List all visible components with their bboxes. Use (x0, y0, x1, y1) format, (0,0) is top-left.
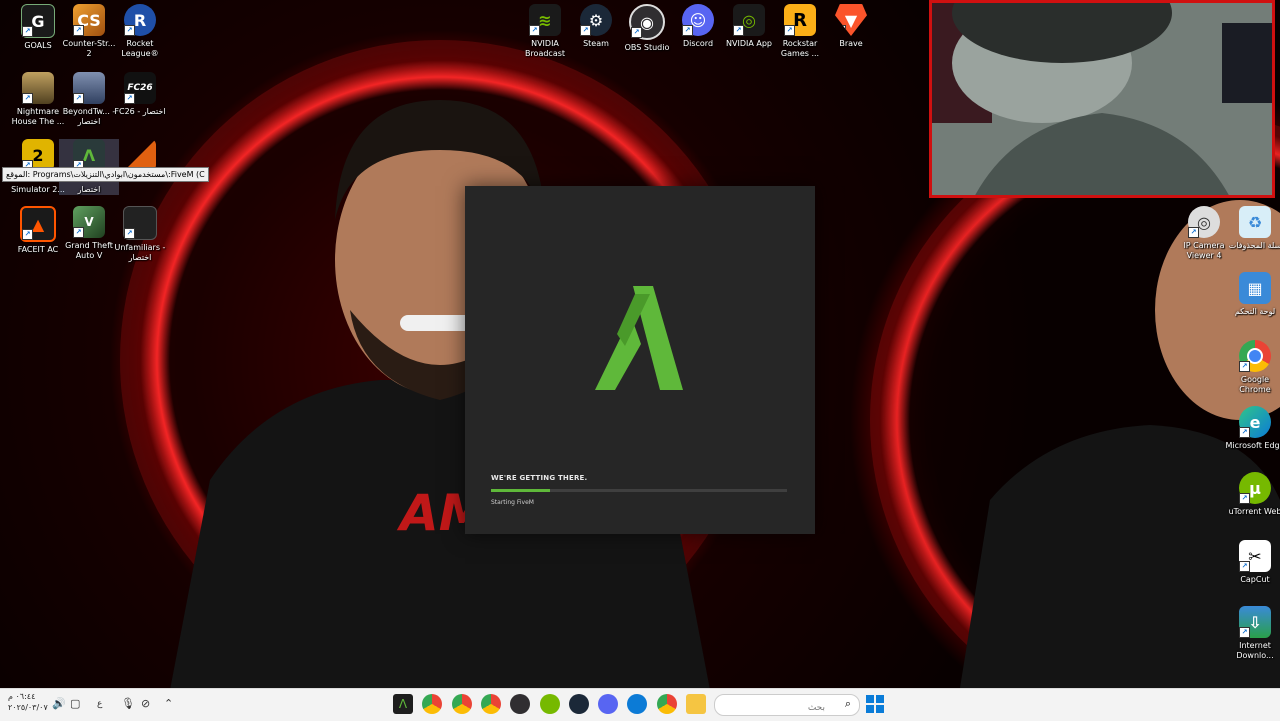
counter-strike-icon: CS ↗ (73, 4, 105, 36)
chrome-icon: ↗ (1239, 340, 1271, 372)
rockstar-icon: R ↗ (784, 4, 816, 36)
volume-icon[interactable]: 🔊 (52, 697, 66, 710)
language-indicator[interactable]: ع (97, 699, 102, 709)
fivem-splash-window: WE'RE GETTING THERE. Starting FiveM (465, 186, 815, 534)
windows-start-button[interactable] (866, 695, 884, 713)
loading-progress-fill (491, 489, 551, 492)
recycle-bin-icon: ♻ (1239, 206, 1271, 238)
icon-location-tooltip: الموقع: Programs\مستخدمون\ابوادي\التنزيل… (2, 167, 209, 182)
faceit-icon: ▲ ↗ (20, 206, 56, 242)
capcut-icon: ✂ ↗ (1239, 540, 1271, 572)
clock-date: ٢٠٢٥/٠٣/٠٧ (8, 703, 48, 712)
desktop-icon-fc26[interactable]: FC26 ↗ FC26 - اختصار (110, 72, 170, 117)
desktop-icon-label: FACEIT AC (17, 245, 59, 254)
desktop-icon-label: Google Chrome (1239, 375, 1271, 394)
desktop-icon-label: Unfamiliars - اختصار (114, 243, 166, 262)
desktop-icon-utorrent[interactable]: µ ↗ uTorrent Web (1225, 472, 1280, 517)
desktop-icon-label: CapCut (1240, 575, 1270, 584)
brave-icon: ▼ ↗ (835, 4, 867, 36)
desktop-icon-label: Simulator 2... (11, 185, 65, 194)
goals-icon: G ↗ (21, 4, 55, 38)
desktop-icon-label: Internet Downlo... (1236, 641, 1274, 660)
search-input[interactable] (723, 698, 827, 718)
chrome-icon[interactable] (451, 694, 472, 714)
desktop-icon-label: اختصار (77, 185, 101, 194)
desktop-icon-label: سلة المحذوفات (1228, 241, 1280, 250)
steam-icon[interactable] (568, 694, 589, 714)
nvidia-broadcast-icon: ≋ ↗ (529, 4, 561, 36)
desktop-icon-label: NVIDIA App (726, 39, 772, 48)
desktop-icon-capcut[interactable]: ✂ ↗ CapCut (1225, 540, 1280, 585)
loading-title: WE'RE GETTING THERE. (491, 474, 588, 482)
desktop-icon-label: Discord (682, 39, 714, 48)
notification-off-icon[interactable]: ⊘ (141, 697, 150, 710)
desktop-icon-label: Steam (583, 39, 609, 48)
internet-download-manager-icon: ⇩ ↗ (1239, 606, 1271, 638)
desktop-icon-label: لوحة التحكم (1234, 307, 1276, 316)
desktop-icon-label: GOALS (24, 41, 52, 50)
utorrent-icon: µ ↗ (1239, 472, 1271, 504)
loading-status: Starting FiveM (491, 499, 534, 506)
desktop-icon-label: Brave (839, 39, 863, 48)
chrome-icon[interactable] (656, 694, 677, 714)
ip-camera-icon: ◎ ↗ (1188, 206, 1220, 238)
discord-icon: ☺ ↗ (682, 4, 714, 36)
rocket-league-icon: R ↗ (124, 4, 156, 36)
nightmare-house-icon: ↗ (22, 72, 54, 104)
chrome-icon[interactable] (480, 694, 501, 714)
beyond-two-souls-icon: ↗ (73, 72, 105, 104)
desktop-icon-label: uTorrent Web (1228, 507, 1280, 516)
nvidia-app-icon: ◎ ↗ (733, 4, 765, 36)
desktop-icon-rocket-league[interactable]: R ↗ Rocket League® (110, 4, 170, 59)
utorrent-icon[interactable] (539, 694, 560, 714)
microphone-icon[interactable]: 🎙 (121, 697, 135, 710)
desktop-icon-label: OBS Studio (624, 43, 670, 52)
desktop-icon-label: Microsoft Edge (1225, 441, 1280, 450)
desktop-icon-label: Rocket League® (121, 39, 159, 58)
clock-time: ٠٦:٤٤ م (8, 692, 36, 701)
fc26-icon: FC26 ↗ (124, 72, 156, 104)
desktop-icon-chrome[interactable]: ↗ Google Chrome (1225, 340, 1280, 395)
desktop-icon-internet-download-manager[interactable]: ⇩ ↗ Internet Downlo... (1225, 606, 1280, 661)
taskbar-search[interactable]: ⌕ (714, 694, 860, 718)
chevron-up-icon[interactable]: ⌃ (164, 697, 173, 710)
unfamiliars-icon: ↗ (123, 206, 157, 240)
webcam-overlay (929, 0, 1275, 198)
control-panel-icon: ▦ (1239, 272, 1271, 304)
file-explorer-icon[interactable] (686, 694, 706, 714)
desktop-icon-label: FC26 - اختصار (114, 107, 166, 116)
discord-icon[interactable] (598, 694, 619, 714)
fivem-logo-icon (595, 286, 683, 390)
edge-icon: e ↗ (1239, 406, 1271, 438)
obs-icon: ◉ ↗ (629, 4, 665, 40)
network-icon[interactable]: ▢ (70, 697, 80, 710)
search-icon: ⌕ (844, 697, 851, 710)
steam-icon: ⚙ ↗ (580, 4, 612, 36)
taskbar-clock[interactable]: ٠٦:٤٤ م ٢٠٢٥/٠٣/٠٧ (8, 691, 48, 713)
fivem-icon[interactable]: Λ (393, 694, 413, 714)
webcam-feed (932, 3, 1272, 195)
desktop-icon-control-panel[interactable]: ▦ لوحة التحكم (1225, 272, 1280, 317)
gta-v-icon: V ↗ (73, 206, 105, 238)
desktop-icon-recycle-bin[interactable]: ♻ سلة المحذوفات (1225, 206, 1280, 251)
desktop-icon-edge[interactable]: e ↗ Microsoft Edge (1225, 406, 1280, 451)
loading-progress-bar (491, 489, 787, 492)
desktop-icon-brave[interactable]: ▼ ↗ Brave (821, 4, 881, 49)
desktop-icon-unfamiliars[interactable]: ↗ Unfamiliars - اختصار (110, 206, 170, 263)
